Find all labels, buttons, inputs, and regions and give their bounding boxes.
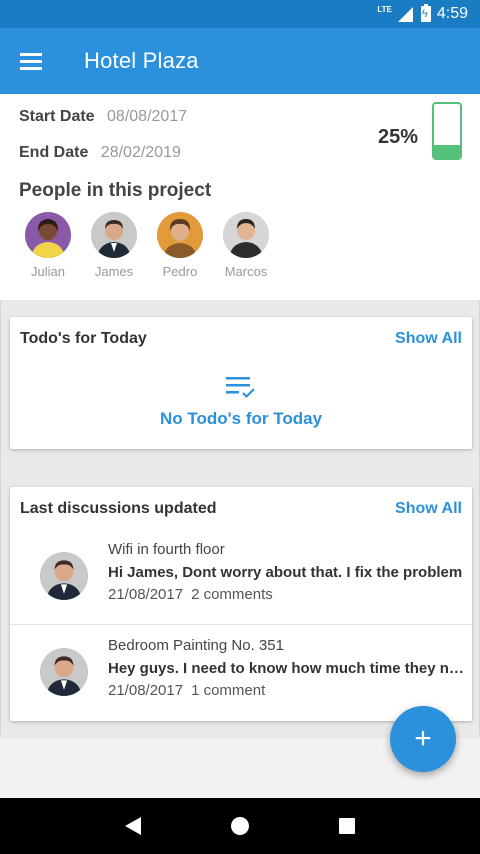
discussions-card: Last discussions updated Show All Wifi i… (10, 487, 472, 721)
project-header: Start Date 08/08/2017 End Date 28/02/201… (0, 94, 480, 300)
home-icon[interactable] (231, 817, 249, 835)
discussion-topic: Bedroom Painting No. 351 (108, 637, 284, 654)
person-julian[interactable]: Julian (24, 212, 72, 279)
clock: 4:59 (436, 5, 468, 22)
discussion-message: Hi James, Dont worry about that. I fix t… (108, 564, 463, 581)
avatar (157, 212, 203, 258)
person-name: Pedro (162, 264, 198, 279)
discussion-message: Hey guys. I need to know how much time t… (108, 660, 464, 677)
battery-charging-icon (420, 4, 431, 22)
hamburger-menu-icon[interactable] (0, 28, 62, 94)
people-list: Julian James Pedro Marcos (24, 212, 270, 279)
back-icon[interactable] (125, 817, 141, 835)
progress-percent: 25% (378, 126, 419, 148)
progress-gauge (432, 102, 462, 160)
discussion-comments: 1 comment (191, 682, 266, 699)
person-pedro[interactable]: Pedro (156, 212, 204, 279)
start-date-label: Start Date (19, 108, 95, 125)
person-name: Julian (31, 264, 65, 279)
app-bar: Hotel Plaza (0, 28, 480, 94)
end-date-value: 28/02/2019 (100, 144, 181, 161)
avatar (40, 648, 88, 696)
avatar (25, 212, 71, 258)
people-section-title: People in this project (19, 180, 212, 201)
cards-area: Todo's for Today Show All No Todo's for … (0, 300, 480, 738)
system-nav-bar (0, 798, 480, 854)
discussion-item[interactable]: Wifi in fourth floor Hi James, Dont worr… (10, 529, 472, 625)
discussions-show-all-link[interactable]: Show All (395, 500, 462, 518)
network-type: LTE (377, 4, 392, 14)
start-date-row: Start Date 08/08/2017 (19, 108, 187, 126)
person-name: James (94, 264, 134, 279)
todos-empty-message: No Todo's for Today (159, 409, 323, 428)
avatar (223, 212, 269, 258)
todos-card-title: Todo's for Today (20, 330, 147, 347)
person-name: Marcos (224, 264, 268, 279)
person-marcos[interactable]: Marcos (222, 212, 270, 279)
todos-show-all-link[interactable]: Show All (395, 330, 462, 348)
end-date-label: End Date (19, 144, 89, 161)
signal-icon (397, 6, 413, 22)
end-date-row: End Date 28/02/2019 (19, 144, 181, 162)
todos-card: Todo's for Today Show All No Todo's for … (10, 317, 472, 449)
avatar (91, 212, 137, 258)
start-date-value: 08/08/2017 (107, 108, 188, 125)
discussion-topic: Wifi in fourth floor (108, 541, 225, 558)
discussions-card-title: Last discussions updated (20, 500, 217, 517)
page-title: Hotel Plaza (84, 48, 199, 73)
progress-gauge-fill (434, 144, 460, 158)
discussion-date: 21/08/2017 (108, 586, 184, 603)
avatar (40, 552, 88, 600)
add-fab-button[interactable]: + (390, 706, 456, 772)
status-bar: LTE 4:59 (0, 0, 480, 28)
discussion-meta: 21/08/2017 1 comment (108, 682, 265, 699)
discussion-comments: 2 comments (191, 586, 273, 603)
discussion-item[interactable]: Bedroom Painting No. 351 Hey guys. I nee… (10, 625, 472, 721)
checklist-icon (226, 377, 255, 399)
plus-icon: + (414, 722, 432, 755)
discussion-meta: 21/08/2017 2 comments (108, 586, 273, 603)
recent-apps-icon[interactable] (339, 818, 355, 834)
person-james[interactable]: James (90, 212, 138, 279)
discussion-date: 21/08/2017 (108, 682, 184, 699)
